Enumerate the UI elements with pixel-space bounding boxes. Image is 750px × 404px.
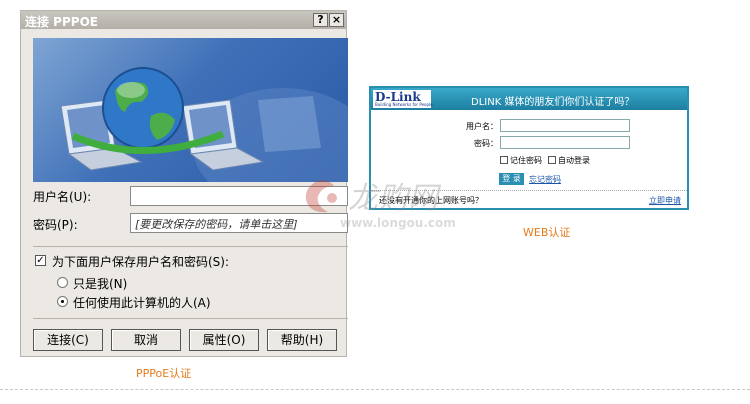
web-password-label: 密码：	[474, 139, 498, 148]
save-credentials-label: 为下面用户保存用户名和密码(S):	[52, 255, 230, 269]
save-credentials-checkbox[interactable]: ✓	[35, 255, 46, 266]
web-password-input[interactable]	[500, 136, 630, 149]
pppoe-caption: PPPoE认证	[136, 367, 192, 380]
help-button[interactable]: ?	[313, 13, 328, 27]
pppoe-dialog: 连接 PPPOE ? × 用户名(U): 密码(P): [要更改保存的密码，请单…	[20, 10, 348, 357]
divider	[33, 318, 348, 319]
bottom-divider	[0, 389, 750, 390]
watermark-site: www.longou.com	[340, 216, 456, 230]
radio-anyone[interactable]	[57, 296, 68, 307]
remember-password-label: 记住密码	[510, 156, 542, 165]
longou-logo-icon: 龙购网	[305, 180, 442, 216]
auto-login-label: 自动登录	[558, 156, 590, 165]
web-header-text: DLINK 媒体的朋友们你们认证了吗？	[471, 97, 635, 108]
properties-button[interactable]: 属性(O)	[189, 329, 259, 351]
web-login-button[interactable]: 登 录	[499, 173, 524, 185]
dlink-logo: D-Link Building Networks for People	[373, 90, 433, 108]
remember-password-checkbox[interactable]	[500, 156, 508, 164]
dialog-title: 连接 PPPOE	[25, 15, 98, 29]
help-dialog-button[interactable]: 帮助(H)	[267, 329, 337, 351]
radio-anyone-label: 任何使用此计算机的人(A)	[73, 296, 211, 310]
svg-text:龙购网: 龙购网	[348, 181, 442, 216]
apply-now-link[interactable]: 立即申请	[649, 195, 681, 206]
web-username-label: 用户名：	[466, 122, 498, 131]
cancel-button[interactable]: 取消	[111, 329, 181, 351]
watermark: 龙购网 www.longou.com	[300, 172, 500, 242]
web-caption: WEB认证	[523, 226, 571, 239]
dialog-titlebar: 连接 PPPOE ? ×	[21, 11, 346, 29]
network-connection-banner	[33, 38, 348, 182]
password-label: 密码(P):	[33, 218, 78, 232]
network-globe-illustration	[60, 67, 348, 182]
forgot-password-link[interactable]: 忘记密码	[529, 174, 561, 185]
close-button[interactable]: ×	[329, 13, 344, 27]
divider	[33, 246, 348, 247]
connect-button[interactable]: 连接(C)	[33, 329, 103, 351]
radio-only-me[interactable]	[57, 277, 68, 288]
auto-login-checkbox[interactable]	[548, 156, 556, 164]
radio-only-me-label: 只是我(N)	[73, 277, 128, 291]
username-label: 用户名(U):	[33, 190, 92, 204]
web-username-input[interactable]	[500, 119, 630, 132]
globe-icon	[102, 67, 184, 149]
web-login-header: D-Link Building Networks for People DLIN…	[371, 88, 687, 110]
